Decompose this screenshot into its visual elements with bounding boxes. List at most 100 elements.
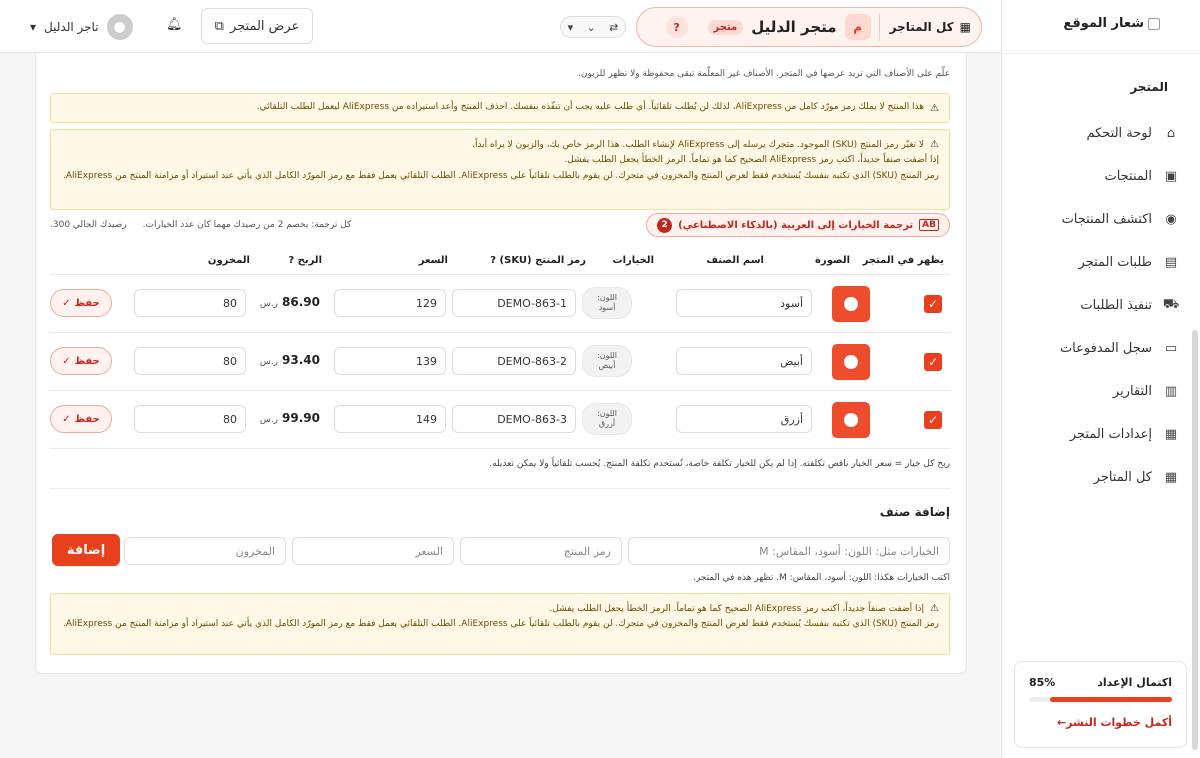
variants-table: يظهر في المتجر الصورة اسم الصنف الخيارات… (50, 247, 950, 449)
sidebar-item-label: التقارير (1112, 384, 1152, 399)
store-switcher[interactable]: ⇄ ⌄ ▾ (560, 16, 626, 38)
bell-icon[interactable]: 🔔︎ (166, 17, 183, 32)
price-input[interactable]: 139 (334, 347, 446, 375)
col-price: السعر (418, 255, 448, 266)
variant-name-input[interactable]: أسود (676, 289, 812, 317)
currency: ر.س (259, 357, 279, 367)
section-divider (50, 488, 950, 489)
ai-translate-row: AB ترجمة الخيارات إلى العربية (بالذكاء ا… (50, 213, 950, 237)
sidebar-item[interactable]: ▦ إعدادات المتجر (1020, 413, 1180, 456)
store-name: متجر الدليل (751, 18, 837, 36)
sidebar-nav: ⌂ لوحة التحكم ▣ المنتجات ◉ اكتشف المنتجات ▤ طلب… (1020, 112, 1180, 499)
warning-text: إذا أضفت صنفاً جديداً، اكتب رمز AliExpre… (564, 155, 939, 166)
new-sku-input[interactable]: رمز المنتج (460, 537, 622, 565)
store-initial-badge: م (844, 14, 871, 40)
new-sku-warning: ⚠ إذا أضفت صنفاً جديداً، اكتب رمز AliExpr… (50, 593, 950, 655)
variant-name-input[interactable]: أبيض (676, 347, 812, 375)
warning-text: رمز المنتج (SKU) الذي تكتبه بنفسك يُستخد… (63, 170, 939, 181)
money-icon: ▭ (1164, 341, 1178, 356)
col-image: الصورة (815, 255, 850, 266)
user-name: تاجر الدليل (44, 20, 99, 34)
product-image-icon (844, 297, 858, 311)
visible-checkbox[interactable]: ✓ (924, 353, 942, 371)
option-value: أسود (598, 303, 616, 312)
sidebar-item[interactable]: ⌂ لوحة التحكم (1020, 112, 1180, 155)
price-input[interactable]: 149 (334, 405, 446, 433)
warning-text: هذا المنتج لا يملك رمز مورّد كامل من Ali… (256, 102, 925, 113)
translate-icon: AB (919, 219, 939, 231)
all-stores-label: كل المتاجر (889, 20, 954, 34)
sidebar-item[interactable]: ⛟ تنفيذ الطلبات (1020, 284, 1180, 327)
caret-down-icon: ▾ (567, 20, 574, 34)
variant-thumbnail (832, 344, 870, 380)
save-label: حفظ (74, 297, 100, 309)
view-store-button[interactable]: عرض المتجر ⧉ (201, 8, 313, 44)
help-icon[interactable]: ? (665, 16, 688, 38)
grid-icon: ▦ (959, 20, 971, 34)
new-price-input[interactable]: السعر (292, 537, 454, 565)
add-variant-button[interactable]: إضافة (52, 534, 120, 566)
add-variant-hint: اكتب الخيارات هكذا: اللون: أسود، المقاس:… (692, 573, 950, 583)
sidebar-item-label: لوحة التحكم (1086, 126, 1152, 141)
new-options-input[interactable]: الخيارات مثل: اللون: أسود، المقاس: M (628, 537, 950, 565)
option-key: اللون: (597, 409, 618, 419)
sidebar-item[interactable]: ◉ اكتشف المنتجات (1020, 198, 1180, 241)
stock-input[interactable]: 80 (134, 289, 246, 317)
all-stores-button[interactable]: ▦ كل المتاجر (878, 13, 971, 41)
sidebar-item[interactable]: ▭ سجل المدفوعات (1020, 327, 1180, 370)
sku-input[interactable]: DEMO-863-3 (452, 405, 576, 433)
setup-progress-label: اكتمال الإعداد (1097, 676, 1172, 689)
sidebar-item-label: كل المتاجر (1093, 470, 1152, 485)
sidebar-item-label: طلبات المتجر (1078, 255, 1152, 270)
sidebar-item-label: اكتشف المنتجات (1061, 212, 1152, 227)
supplier-code-warning: ⚠ هذا المنتج لا يملك رمز مورّد كامل من A… (50, 93, 950, 123)
sku-input[interactable]: DEMO-863-2 (452, 347, 576, 375)
logo-image-icon (1148, 17, 1160, 30)
visible-checkbox[interactable]: ✓ (924, 295, 942, 313)
sidebar-item[interactable]: ▣ المنتجات (1020, 155, 1180, 198)
site-logo[interactable]: شعار الموقع (1063, 16, 1160, 31)
save-label: حفظ (74, 355, 100, 367)
profit-note: ربح كل خيار = سعر الخيار ناقص تكلفته. إذ… (489, 459, 950, 469)
check-icon: ✓ (62, 355, 71, 367)
ai-translate-label: ترجمة الخيارات إلى العربية (بالذكاء الاص… (678, 219, 914, 231)
credit-note: كل ترجمة: يخصم 2 من رصيدك مهما كان عدد ا… (142, 220, 352, 230)
store-selector[interactable]: ▦ كل المتاجر م متجر الدليل متجر ? (636, 7, 982, 47)
variant-name-input[interactable]: أزرق (676, 405, 812, 433)
visible-checkbox[interactable]: ✓ (924, 411, 942, 429)
options-chip: اللون: أبيض (582, 345, 632, 377)
help-icon[interactable]: ? (490, 255, 496, 266)
user-menu[interactable]: ● تاجر الدليل ▾ (30, 14, 133, 40)
warning-text: رمز المنتج (SKU) الذي تكتبه بنفسك يُستخد… (63, 619, 939, 630)
col-profit-label: الربح (297, 255, 322, 266)
sidebar-scrollbar[interactable] (1192, 330, 1198, 750)
sidebar: شعار الموقع المتجر ⌂ لوحة التحكم ▣ المنتجات… (1001, 0, 1200, 758)
save-button[interactable]: حفظ ✓ (50, 289, 112, 317)
sidebar-item[interactable]: ▥ التقارير (1020, 370, 1180, 413)
grid-icon: ▦ (1164, 470, 1178, 485)
save-button[interactable]: حفظ ✓ (50, 347, 112, 375)
box-icon: ▣ (1164, 169, 1178, 184)
credit-info: كل ترجمة: يخصم 2 من رصيدك مهما كان عدد ا… (50, 220, 351, 230)
help-icon[interactable]: ? (288, 255, 294, 266)
sidebar-divider (1001, 53, 1200, 54)
col-profit: الربح ? (288, 255, 322, 266)
sidebar-item[interactable]: ▤ طلبات المتجر (1020, 241, 1180, 284)
stock-input[interactable]: 80 (134, 405, 246, 433)
external-link-icon: ⧉ (214, 18, 224, 34)
price-input[interactable]: 129 (334, 289, 446, 317)
option-value: أبيض (598, 361, 616, 370)
ai-translate-button[interactable]: AB ترجمة الخيارات إلى العربية (بالذكاء ا… (646, 213, 950, 237)
col-stock: المخزون (207, 255, 250, 266)
complete-steps-link[interactable]: أكمل خطوات النشر← (1029, 716, 1172, 729)
sidebar-item[interactable]: ▦ كل المتاجر (1020, 456, 1180, 499)
sidebar-item-label: إعدادات المتجر (1069, 427, 1152, 442)
setup-progress-fill (1050, 697, 1172, 702)
stock-input[interactable]: 80 (134, 347, 246, 375)
receipt-icon: ▤ (1164, 255, 1178, 270)
sku-input[interactable]: DEMO-863-1 (452, 289, 576, 317)
save-button[interactable]: حفظ ✓ (50, 405, 112, 433)
option-value: أزرق (598, 419, 616, 428)
new-stock-input[interactable]: المخزون (124, 537, 286, 565)
sku-warning: ⚠ لا تغيّر رمز المنتج (SKU) الموجود. متجر… (50, 129, 950, 210)
